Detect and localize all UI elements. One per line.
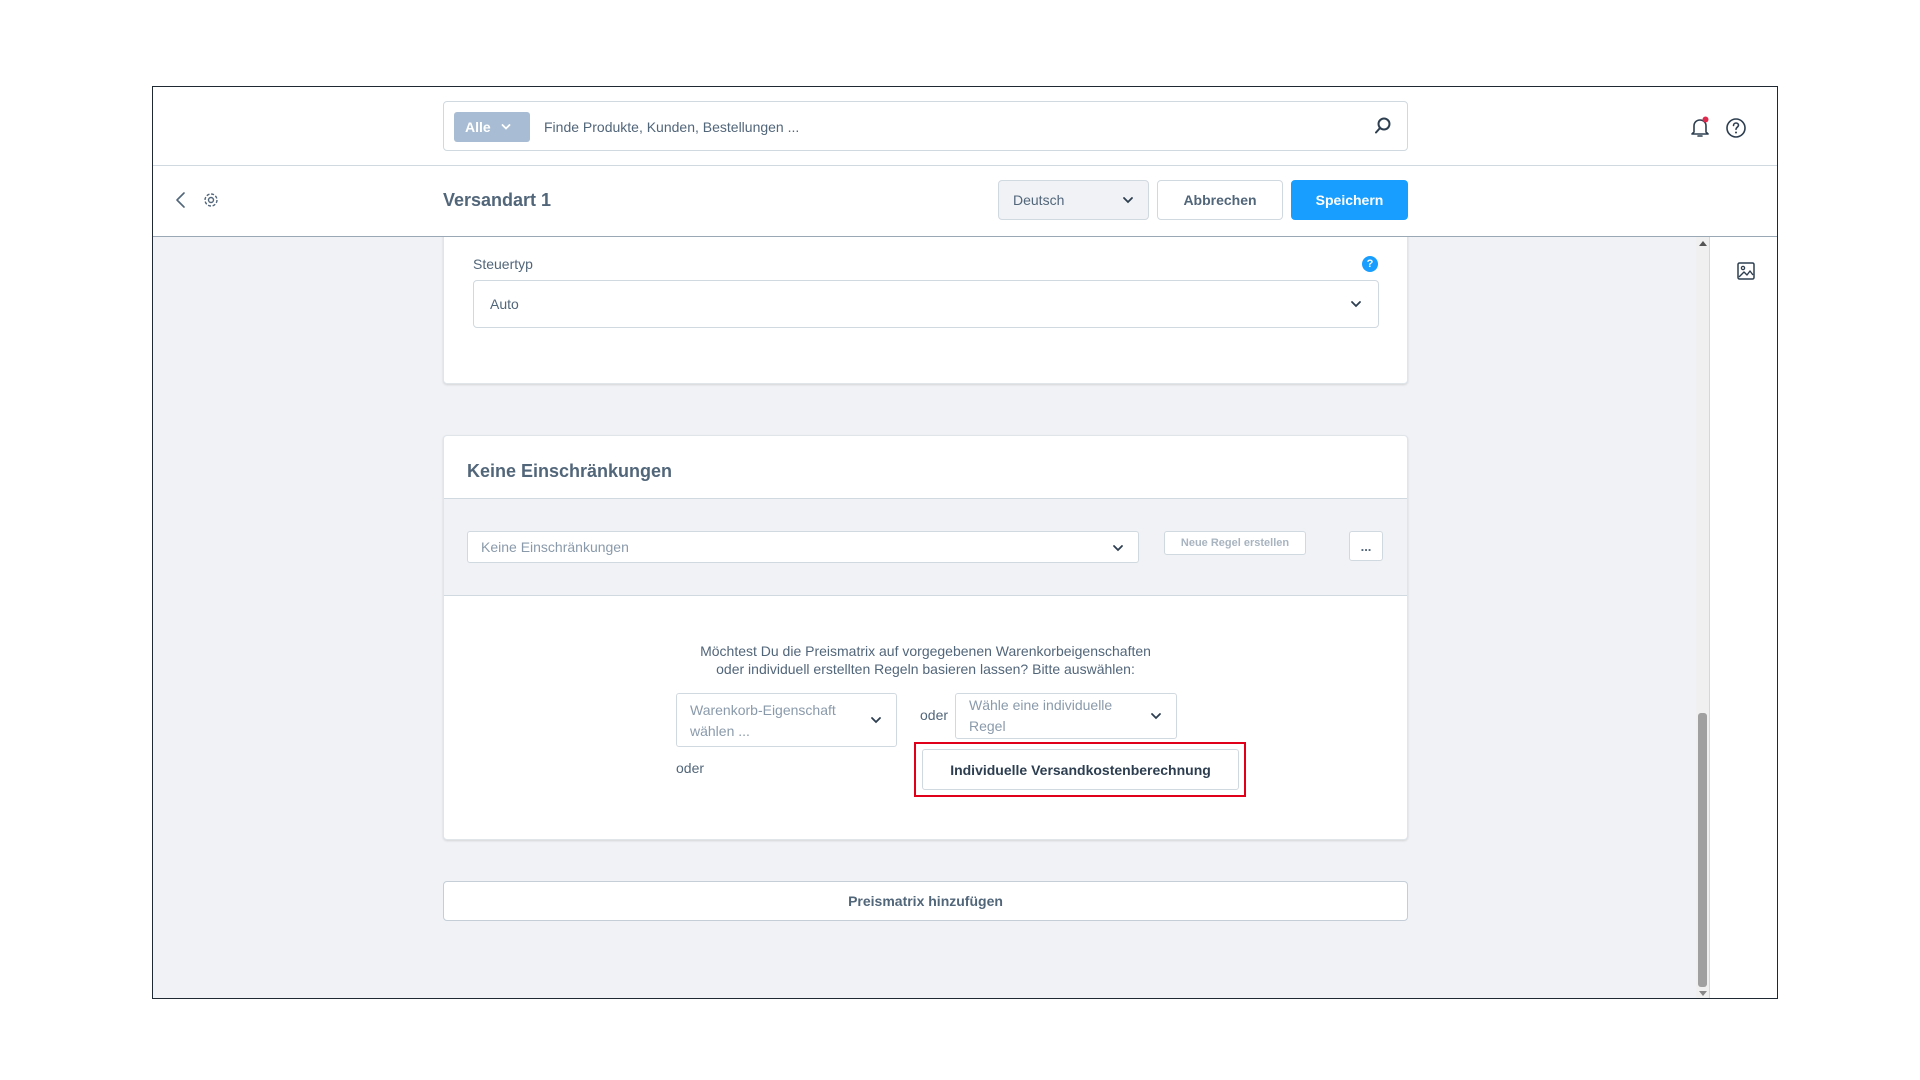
help-badge-icon[interactable]: ? xyxy=(1362,256,1378,272)
more-actions-button[interactable]: ... xyxy=(1349,531,1383,561)
language-select-value: Deutsch xyxy=(1013,192,1065,208)
content-area: Steuertyp ? Auto Keine Einschränkungen K… xyxy=(153,237,1709,998)
custom-rule-placeholder: Wähle eine individuelle Regel xyxy=(969,697,1113,734)
global-search: Alle xyxy=(443,101,1408,151)
custom-shipping-calculation-button[interactable]: Individuelle Versandkostenberechnung xyxy=(922,749,1239,790)
custom-rule-select[interactable]: Wähle eine individuelle Regel xyxy=(955,693,1177,739)
image-icon[interactable] xyxy=(1736,261,1756,281)
tax-type-value: Auto xyxy=(490,296,519,312)
search-type-label: Alle xyxy=(465,119,491,135)
availability-rule-select[interactable]: Keine Einschränkungen xyxy=(467,531,1139,563)
search-input[interactable] xyxy=(544,112,1344,142)
content-scrollbar[interactable] xyxy=(1696,237,1709,998)
or-label: oder xyxy=(920,707,949,723)
tax-type-select[interactable]: Auto xyxy=(473,280,1379,328)
search-icon[interactable] xyxy=(1373,116,1393,136)
chevron-down-icon xyxy=(501,123,511,131)
scroll-up-arrow[interactable] xyxy=(1699,241,1707,246)
language-select[interactable]: Deutsch xyxy=(998,180,1149,220)
gear-icon[interactable] xyxy=(202,191,220,209)
matrix-question-line-2: oder individuell erstellten Regeln basie… xyxy=(716,661,1135,677)
or-label-2: oder xyxy=(676,760,705,776)
add-price-matrix-button[interactable]: Preismatrix hinzufügen xyxy=(443,881,1408,921)
price-matrix-card: Keine Einschränkungen Keine Einschränkun… xyxy=(443,435,1408,840)
new-rule-button[interactable]: Neue Regel erstellen xyxy=(1164,531,1306,555)
back-icon[interactable] xyxy=(173,190,189,210)
help-icon[interactable] xyxy=(1725,117,1747,139)
app-window: Alle Versandart 1 Deutsch xyxy=(152,86,1778,999)
rule-band: Keine Einschränkungen Neue Regel erstell… xyxy=(444,498,1407,596)
chevron-down-icon xyxy=(1150,711,1162,721)
matrix-question: Möchtest Du die Preismatrix auf vorgegeb… xyxy=(444,642,1407,678)
chevron-down-icon xyxy=(870,715,882,725)
tax-type-card: Steuertyp ? Auto xyxy=(443,237,1408,384)
top-bar: Alle xyxy=(153,87,1777,166)
bell-icon[interactable] xyxy=(1688,115,1712,139)
cart-property-select[interactable]: Warenkorb-Eigenschaft wählen ... xyxy=(676,693,897,747)
cancel-button[interactable]: Abbrechen xyxy=(1157,180,1283,220)
search-type-dropdown[interactable]: Alle xyxy=(454,112,530,142)
availability-rule-value: Keine Einschränkungen xyxy=(481,539,629,555)
save-button[interactable]: Speichern xyxy=(1291,180,1408,220)
scroll-down-arrow[interactable] xyxy=(1699,991,1707,996)
chevron-down-icon xyxy=(1122,195,1134,205)
chevron-down-icon xyxy=(1112,543,1124,553)
price-matrix-title: Keine Einschränkungen xyxy=(467,461,673,481)
sidebar-panel xyxy=(1709,237,1777,998)
chevron-down-icon xyxy=(1350,299,1362,309)
page-title: Versandart 1 xyxy=(443,190,552,210)
matrix-question-line-1: Möchtest Du die Preismatrix auf vorgegeb… xyxy=(700,643,1151,659)
scroll-thumb[interactable] xyxy=(1698,713,1707,987)
action-bar: Versandart 1 Deutsch Abbrechen Speichern xyxy=(153,166,1777,237)
tax-type-label: Steuertyp xyxy=(473,256,533,272)
cart-property-placeholder: Warenkorb-Eigenschaft wählen ... xyxy=(690,702,836,739)
